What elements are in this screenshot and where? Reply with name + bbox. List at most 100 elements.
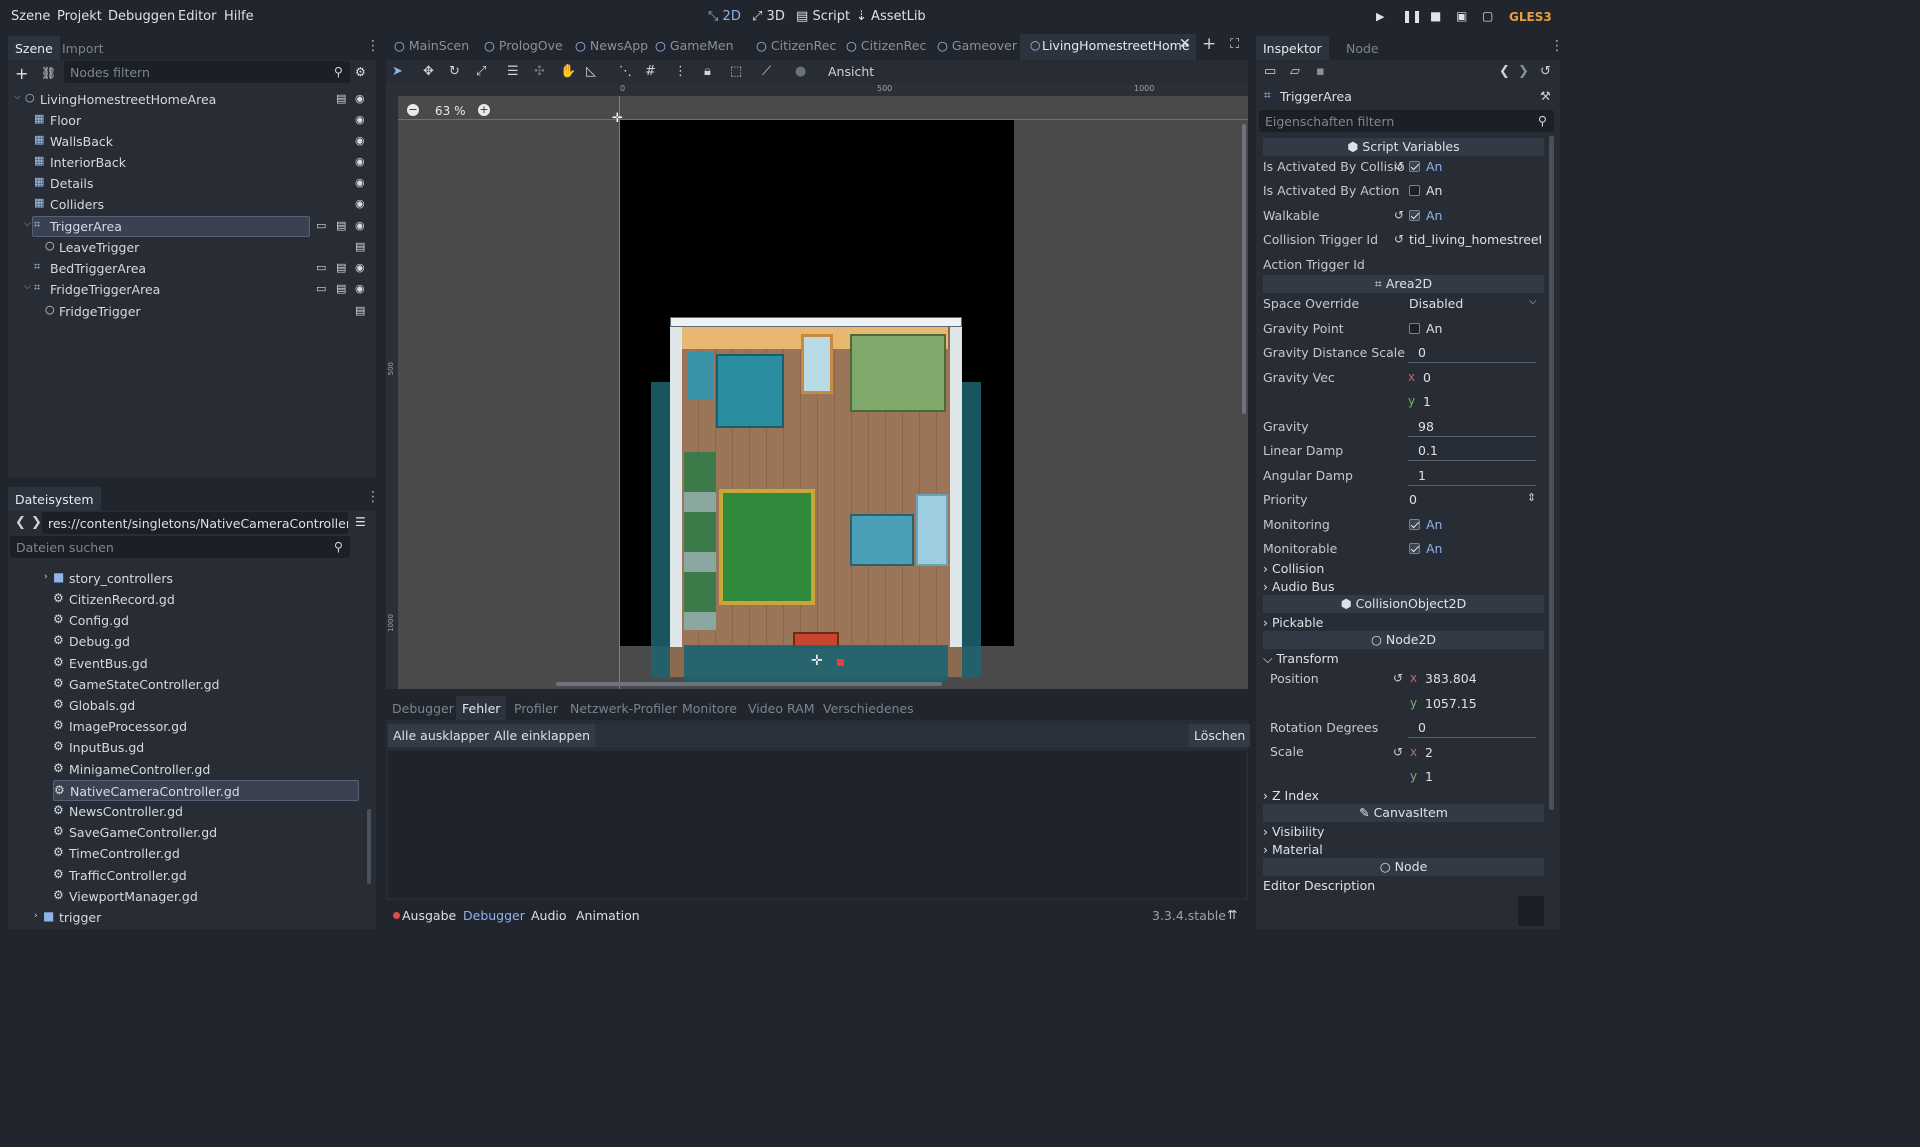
bottom-tab[interactable]: Profiler [508,696,564,721]
file-search-input[interactable]: Dateien suchen ⚲ [10,536,350,558]
checkbox-gravity-point[interactable]: An [1409,321,1442,336]
stop-icon[interactable]: ■ [1430,9,1441,23]
prop-gravity-point[interactable]: Gravity Point An [1263,317,1545,341]
group-icon[interactable]: ▭ [316,219,326,232]
ruler-icon[interactable]: ◺ [586,64,596,79]
prop-collision-trigger-id[interactable]: Collision Trigger Id ↺ tid_living_homest… [1263,228,1545,252]
prop-space-override[interactable]: Space Override Disabled ⌵ [1263,292,1545,316]
checkbox-is-activated-action[interactable]: An [1409,183,1442,198]
camera-override-icon[interactable]: ● [795,64,806,79]
gravity-distance-field[interactable]: 0 [1408,343,1536,363]
bone-icon[interactable]: ⟋ [762,64,771,79]
linear-damp-field[interactable]: 0.1 [1408,441,1536,461]
collision-trigger-id-field[interactable]: tid_living_homestreet_h [1409,232,1541,247]
file-item[interactable]: ⚙ CitizenRecord.gd [53,589,359,610]
back-arrow-icon[interactable]: ❮ [15,515,26,530]
file-item[interactable]: ⚙ MinigameController.gd [53,759,359,780]
folder-trigger[interactable]: › ■ trigger [34,907,354,928]
expand-all-button[interactable]: Alle ausklappen [388,724,498,747]
pivot-icon[interactable]: ✣ [534,64,545,79]
workspace-3d[interactable]: ⤢ 3D [752,9,785,24]
scene-tab[interactable]: ○ Gameover [937,36,1017,60]
file-item[interactable]: ⚙ ViewportManager.gd [53,886,359,907]
group-audio-bus[interactable]: › Audio Bus [1263,579,1335,594]
checkbox-monitoring[interactable]: An [1409,517,1442,532]
tree-node-details[interactable]: ▦ Details ◉ [14,173,370,194]
close-icon[interactable]: ✕ [1179,36,1191,52]
save-icon[interactable]: ▪ [1316,64,1325,79]
inspector-menu-icon[interactable]: ⋮ [1550,38,1564,54]
script-icon[interactable]: ▤ [355,240,365,253]
bottom-tab[interactable]: Debugger [386,696,460,721]
position-x-field[interactable]: 383.804 [1425,671,1477,686]
tree-node-leavetrigger[interactable]: ○ LeaveTrigger ▤ [14,237,370,258]
visibility-eye-icon[interactable]: ◉ [355,134,369,147]
rotate-tool-icon[interactable]: ↻ [449,64,460,79]
group-select-icon[interactable]: ⬚ [730,64,742,79]
group-visibility[interactable]: › Visibility [1263,824,1324,839]
bottom-tab[interactable]: Fehler [456,696,507,721]
file-item[interactable]: ⚙ Debug.gd [53,631,359,652]
script-icon[interactable]: ▤ [336,282,346,295]
visibility-eye-icon[interactable]: ◉ [355,219,369,232]
rotation-field[interactable]: 0 [1408,718,1536,738]
tree-node-wallsback[interactable]: ▦ WallsBack ◉ [14,131,370,152]
renderer-label[interactable]: GLES3 [1509,10,1552,24]
section-area2d[interactable]: ⌗ Area2D [1263,275,1544,293]
visibility-eye-icon[interactable]: ◉ [355,155,369,168]
tab-import[interactable]: Import [55,36,111,60]
scale-y-field[interactable]: 1 [1425,769,1433,784]
tree-node-colliders[interactable]: ▦ Colliders ◉ [14,194,370,215]
prop-monitorable[interactable]: Monitorable An [1263,537,1545,561]
pause-icon[interactable]: ❚❚ [1402,9,1422,23]
smart-snap-icon[interactable]: ⋱ [619,64,632,79]
revert-icon[interactable]: ↺ [1393,671,1403,685]
file-item[interactable]: ⚙ NativeCameraController.gd [53,779,359,801]
inspected-node-name[interactable]: TriggerArea [1280,89,1352,104]
scene-tab[interactable]: ○ MainScen [394,36,469,60]
prop-action-trigger-id[interactable]: Action Trigger Id [1263,253,1545,277]
file-item[interactable]: ⚙ SaveGameController.gd [53,822,359,843]
zoom-out-icon[interactable]: − [407,104,419,116]
space-override-dropdown[interactable]: Disabled [1409,296,1463,311]
scene-dock-menu-icon[interactable]: ⋮ [366,38,380,54]
tree-node-root[interactable]: ⌵ ○ LivingHomestreetHomeArea ▤ ◉ [14,89,370,110]
pan-icon[interactable]: ✋ [560,64,576,79]
file-item[interactable]: ⚙ InputBus.gd [53,737,359,758]
clear-button[interactable]: Löschen [1189,724,1251,747]
tree-node-fridgetriggerarea[interactable]: ⌵ ⌗ FridgeTriggerArea ▭ ▤ ◉ [14,279,370,300]
section-node2d[interactable]: ○ Node2D [1263,631,1544,649]
viewport-2d[interactable]: 0 500 1000 500 1000 − 63 % + ✛ ✛ [386,84,1248,689]
node-filter-input[interactable]: Nodes filtern ⚲ [64,61,350,83]
tab-livinghomestreethome[interactable]: LivingHomestreetHome [1042,38,1190,53]
tab-debugger-bottom[interactable]: Debugger [463,908,525,923]
inspector-scrollbar[interactable] [1549,136,1554,810]
menu-scene[interactable]: Szene [11,9,50,24]
collapse-panel-icon[interactable]: ⇈ [1227,907,1237,922]
prop-monitoring[interactable]: Monitoring An [1263,513,1545,537]
file-item[interactable]: ⚙ TimeController.gd [53,843,359,864]
tree-node-bedtriggerarea[interactable]: ⌗ BedTriggerArea ▭ ▤ ◉ [14,258,370,279]
collapse-all-button[interactable]: Alle einklappen [489,724,596,747]
tab-output[interactable]: Ausgabe [402,908,456,923]
visibility-eye-icon[interactable]: ◉ [355,261,369,274]
checkbox-is-activated-collision[interactable]: An [1409,159,1442,174]
file-item[interactable]: ⚙ ImageProcessor.gd [53,716,359,737]
section-collisionobject2d[interactable]: ⬢ CollisionObject2D [1263,595,1544,613]
group-pickable[interactable]: › Pickable [1263,615,1323,630]
menu-help[interactable]: Hilfe [224,9,254,24]
scene-tab[interactable]: ○ GameMen [655,36,734,60]
play-custom-scene-icon[interactable]: ▢ [1482,9,1493,23]
file-item[interactable]: ⚙ TrafficController.gd [53,865,359,886]
folder-story-controllers[interactable]: › ■ story_controllers [44,568,354,589]
group-icon[interactable]: ▭ [316,261,326,274]
viewport-h-scrollbar[interactable] [556,682,942,686]
group-z-index[interactable]: › Z Index [1263,788,1319,803]
chevron-right-icon[interactable]: › [34,911,38,921]
script-icon[interactable]: ▤ [336,219,346,232]
play-scene-icon[interactable]: ▣ [1456,9,1467,23]
scene-tab[interactable]: ○ PrologOve [484,36,563,60]
gravity-field[interactable]: 98 [1408,417,1536,437]
group-material[interactable]: › Material [1263,842,1323,857]
property-filter-input[interactable]: Eigenschaften filtern ⚲ [1259,110,1554,132]
